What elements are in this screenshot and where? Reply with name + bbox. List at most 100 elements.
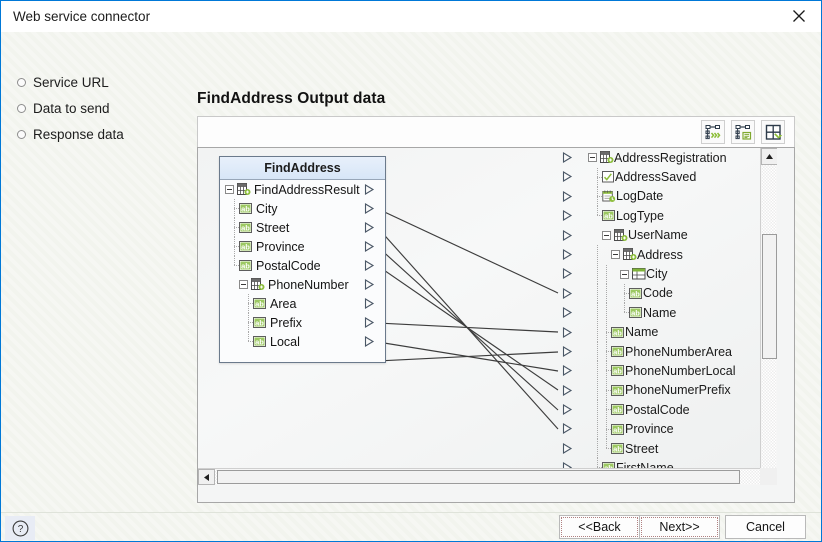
dest-node-label: LogDate xyxy=(616,189,664,204)
dest-node-street[interactable]: ab Street xyxy=(562,439,777,459)
string-type-icon: ab xyxy=(253,317,266,328)
next-button[interactable]: Next>> xyxy=(639,515,720,539)
sidebar-item-data-to-send[interactable]: Data to send xyxy=(17,101,110,116)
chevron-left-icon xyxy=(204,473,209,481)
dest-node-username[interactable]: UserName xyxy=(562,226,777,245)
dest-connector-point[interactable] xyxy=(562,190,573,202)
page-title: FindAddress Output data xyxy=(197,90,386,107)
source-connector-point[interactable] xyxy=(364,317,375,328)
source-connector-point[interactable] xyxy=(364,298,375,309)
scroll-up-button[interactable] xyxy=(761,148,777,165)
dest-connector-point[interactable] xyxy=(562,404,573,416)
source-node-postalcode[interactable]: ab PostalCode xyxy=(220,256,385,275)
tree-guide xyxy=(602,419,611,439)
dest-connector-point[interactable] xyxy=(562,171,573,183)
source-node-findaddressresult[interactable]: FindAddressResult xyxy=(220,180,385,199)
collapse-expander-icon[interactable] xyxy=(602,230,611,240)
tree-guide xyxy=(602,303,611,323)
dest-node-code[interactable]: ab Code xyxy=(562,283,777,303)
dest-connector-point[interactable] xyxy=(562,210,573,222)
dest-node-phonenumberarea[interactable]: ab PhoneNumberArea xyxy=(562,342,777,362)
dest-node-phonenumberlocal[interactable]: ab PhoneNumberLocal xyxy=(562,361,777,381)
auto-connect-matching-children-button[interactable] xyxy=(701,120,725,144)
string-type-icon: ab xyxy=(239,241,252,252)
source-connector-point[interactable] xyxy=(364,203,375,214)
dest-node-addresssaved[interactable]: AddressSaved xyxy=(562,167,777,187)
source-node-province[interactable]: ab Province xyxy=(220,237,385,256)
cancel-button[interactable]: Cancel xyxy=(725,515,806,539)
source-connector-point[interactable] xyxy=(364,241,375,252)
dest-node-logdate[interactable]: LogDate xyxy=(562,186,777,206)
source-connector-point[interactable] xyxy=(364,336,375,347)
string-type-icon: ab xyxy=(239,222,252,233)
close-button[interactable] xyxy=(776,1,821,31)
dest-node-postalcode[interactable]: ab PostalCode xyxy=(562,400,777,420)
horizontal-scrollbar[interactable] xyxy=(198,468,777,485)
source-node-label: City xyxy=(256,201,278,216)
source-schema-box[interactable]: FindAddress FindAddressResult ab City ab… xyxy=(219,156,386,363)
complex-type-icon xyxy=(600,151,614,164)
dest-connector-point[interactable] xyxy=(562,287,573,299)
source-node-area[interactable]: ab Area xyxy=(220,294,385,313)
destination-schema-tree[interactable]: AddressRegistration AddressSaved LogDate… xyxy=(562,148,777,485)
collapse-expander-icon[interactable] xyxy=(620,269,629,279)
scroll-left-button[interactable] xyxy=(198,469,215,485)
dest-node-phonenumerprefix[interactable]: ab PhoneNumerPrefix xyxy=(562,380,777,400)
mapping-canvas[interactable]: FindAddress FindAddressResult ab City ab… xyxy=(198,148,777,485)
source-connector-point[interactable] xyxy=(364,279,375,290)
dest-node-name[interactable]: ab Name xyxy=(562,322,777,342)
dest-connector-point[interactable] xyxy=(562,442,573,454)
dest-connector-point[interactable] xyxy=(562,268,573,280)
source-node-local[interactable]: ab Local xyxy=(220,332,385,351)
source-node-street[interactable]: ab Street xyxy=(220,218,385,237)
dest-node-logtype[interactable]: ab LogType xyxy=(562,206,777,225)
mapping-canvas-panel: FindAddress FindAddressResult ab City ab… xyxy=(197,147,795,503)
tree-guide xyxy=(230,218,239,237)
dest-connector-point[interactable] xyxy=(562,345,573,357)
complex-type-icon xyxy=(614,228,628,241)
tree-guide xyxy=(602,439,611,458)
svg-text:ab: ab xyxy=(604,212,613,221)
back-button[interactable]: <<Back xyxy=(559,515,640,539)
vertical-scrollbar[interactable] xyxy=(760,148,777,485)
string-type-icon: ab xyxy=(611,423,624,435)
source-node-prefix[interactable]: ab Prefix xyxy=(220,313,385,332)
vertical-scrollbar-thumb[interactable] xyxy=(762,234,777,359)
collapse-expander-icon[interactable] xyxy=(611,250,620,260)
source-connector-point[interactable] xyxy=(364,222,375,233)
dest-node-city-name[interactable]: ab Name xyxy=(562,303,777,323)
svg-text:ab: ab xyxy=(255,337,264,346)
dest-node-label: LogType xyxy=(616,208,664,223)
collapse-expander-icon[interactable] xyxy=(225,185,234,194)
help-button[interactable]: ? xyxy=(5,516,35,540)
connect-by-name-button[interactable] xyxy=(731,120,755,144)
sidebar-item-response-data[interactable]: Response data xyxy=(17,127,124,142)
dest-connector-point[interactable] xyxy=(562,307,573,319)
dest-connector-point[interactable] xyxy=(562,326,573,338)
dest-connector-point[interactable] xyxy=(562,229,573,241)
source-connector-point[interactable] xyxy=(364,184,375,195)
source-node-phonenumber[interactable]: PhoneNumber xyxy=(220,275,385,294)
dest-connector-point[interactable] xyxy=(562,152,573,163)
dest-connector-point[interactable] xyxy=(562,423,573,435)
auto-layout-button[interactable] xyxy=(761,120,785,144)
dest-node-address[interactable]: Address xyxy=(562,245,777,265)
dest-node-province[interactable]: ab Province xyxy=(562,419,777,439)
dest-node-city[interactable]: City xyxy=(562,264,777,284)
dest-connector-point[interactable] xyxy=(562,365,573,377)
source-node-city[interactable]: ab City xyxy=(220,199,385,218)
dest-connector-point[interactable] xyxy=(562,248,573,260)
mapping-toolbar xyxy=(197,116,795,147)
dest-node-label: City xyxy=(646,267,668,282)
source-connector-point[interactable] xyxy=(364,260,375,271)
sidebar-item-service-url[interactable]: Service URL xyxy=(17,75,109,90)
tree-guide xyxy=(230,199,239,218)
collapse-expander-icon[interactable] xyxy=(239,280,248,289)
connect-children-icon xyxy=(705,124,720,139)
string-type-icon: ab xyxy=(611,443,624,455)
horizontal-scrollbar-thumb[interactable] xyxy=(217,470,740,484)
collapse-expander-icon[interactable] xyxy=(588,153,597,163)
dest-connector-point[interactable] xyxy=(562,384,573,396)
dest-node-addressregistration[interactable]: AddressRegistration xyxy=(562,148,777,167)
string-type-icon: ab xyxy=(611,326,624,338)
